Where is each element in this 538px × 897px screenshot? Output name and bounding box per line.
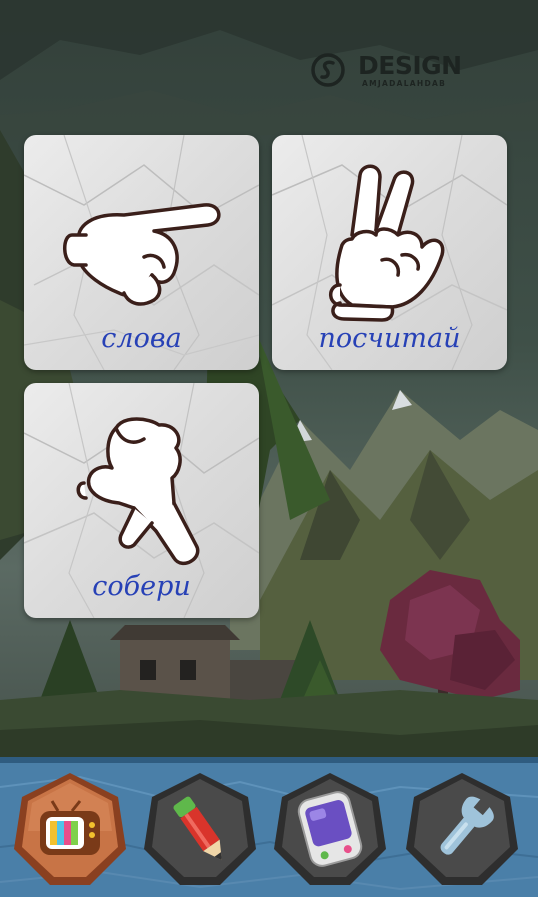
- nav-tv-button[interactable]: [10, 769, 130, 889]
- nav-tablet-button[interactable]: [270, 769, 390, 889]
- logo-subtitle: AMJADALAHDAB: [362, 79, 447, 88]
- nav-pencil-button[interactable]: [140, 769, 260, 889]
- bottom-nav-bar: [0, 757, 538, 897]
- design-logo: DESIGN AMJADALAHDAB: [310, 50, 480, 92]
- menu-card-count[interactable]: посчитай: [272, 135, 507, 370]
- logo-title: DESIGN: [358, 51, 462, 80]
- logo-s-icon: [311, 53, 345, 87]
- card-label-words: слова: [101, 323, 182, 354]
- menu-card-assemble[interactable]: собери: [24, 383, 259, 618]
- card-label-assemble: собери: [92, 571, 191, 602]
- menu-card-words[interactable]: слова: [24, 135, 259, 370]
- landscape-background: [0, 0, 538, 757]
- card-label-count: посчитай: [318, 323, 461, 354]
- nav-settings-button[interactable]: [402, 769, 522, 889]
